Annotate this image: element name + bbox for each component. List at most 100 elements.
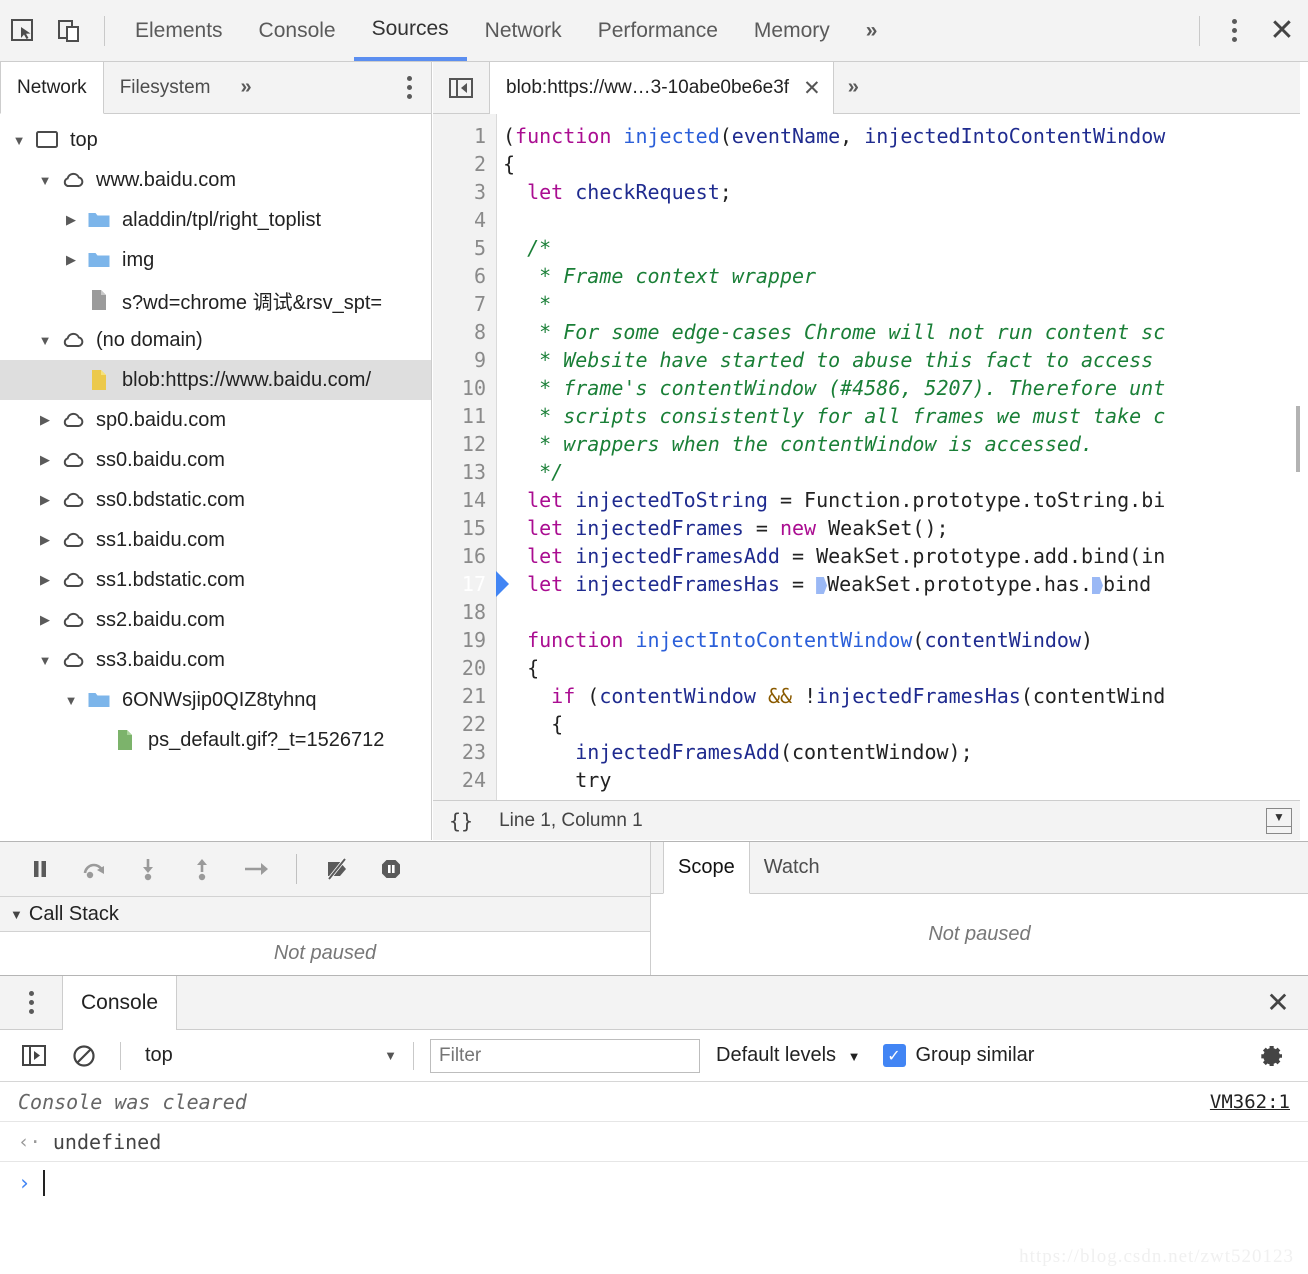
code-viewer[interactable]: 1 2 3 4 5 6 7 8 9 10 11 12 13 14 15 16 17 18 19 20 21 22 23 24 … [433, 114, 1308, 800]
editor-tab-blob[interactable]: blob:https://ww…3-10abe0be6e3f ✕ [489, 62, 834, 114]
tree-item[interactable]: ▶ ss1.bdstatic.com [0, 560, 431, 600]
code-line[interactable] [503, 206, 1308, 234]
line-number[interactable]: 21 [433, 682, 496, 710]
close-icon[interactable]: ✕ [1256, 8, 1308, 54]
chevron-right-icon[interactable]: ▶ [32, 492, 58, 508]
tree-item[interactable]: ▶s?wd=chrome 调试&rsv_spt= [0, 280, 431, 320]
chevron-right-icon[interactable]: ▶ [58, 212, 84, 228]
drawer-more-options-icon[interactable] [0, 976, 62, 1029]
step-out-button[interactable] [180, 847, 224, 891]
line-number[interactable]: 7 [433, 290, 496, 318]
line-number[interactable]: 18 [433, 598, 496, 626]
tree-item[interactable]: ▶ img [0, 240, 431, 280]
device-toggle-icon[interactable] [46, 8, 92, 54]
chevron-down-icon[interactable]: ▼ [32, 653, 58, 668]
code-line[interactable]: try [503, 766, 1308, 794]
tab-memory[interactable]: Memory [736, 0, 848, 61]
code-line[interactable]: * wrappers when the contentWindow is acc… [503, 430, 1308, 458]
step-into-button[interactable] [126, 847, 170, 891]
code-line[interactable]: */ [503, 458, 1308, 486]
pretty-print-braces-icon[interactable]: {} [449, 809, 473, 833]
line-number-gutter[interactable]: 1 2 3 4 5 6 7 8 9 10 11 12 13 14 15 16 17 18 19 20 21 22 23 24 [433, 114, 509, 800]
code-line[interactable]: let injectedFramesHas = WeakSet.prototyp… [503, 570, 1308, 598]
code-line[interactable]: /* [503, 234, 1308, 262]
code-line[interactable]: let injectedToString = Function.prototyp… [503, 486, 1308, 514]
editor-tab-close-icon[interactable]: ✕ [803, 76, 821, 101]
chevron-right-icon[interactable]: ▶ [32, 612, 58, 628]
chevron-down-icon[interactable]: ▼ [58, 693, 84, 708]
code-line[interactable]: let injectedFramesAdd = WeakSet.prototyp… [503, 542, 1308, 570]
execution-context-selector[interactable]: top ▼ [137, 1044, 397, 1067]
line-number[interactable]: 8 [433, 318, 496, 346]
chevron-right-icon[interactable]: ▶ [32, 412, 58, 428]
tab-network[interactable]: Network [467, 0, 580, 61]
line-number[interactable]: 3 [433, 178, 496, 206]
breakpoint-marker-icon[interactable] [816, 577, 828, 594]
tree-item[interactable]: ▼ 6ONWsjip0QIZ8tyhnq [0, 680, 431, 720]
pause-on-exceptions-button[interactable] [369, 847, 413, 891]
chevron-right-icon[interactable]: ▶ [32, 532, 58, 548]
tab-watch[interactable]: Watch [750, 842, 834, 893]
page-right-scrollbar[interactable] [1300, 62, 1308, 840]
show-drawer-icon[interactable]: ▼ [1266, 807, 1292, 834]
chevron-right-icon[interactable]: ▶ [58, 252, 84, 268]
code-line[interactable]: * Frame context wrapper [503, 262, 1308, 290]
line-number[interactable]: 9 [433, 346, 496, 374]
tree-item[interactable]: ▶ps_default.gif?_t=1526712 [0, 720, 431, 760]
tree-item[interactable]: ▼ www.baidu.com [0, 160, 431, 200]
navigator-toggle-icon[interactable] [433, 62, 489, 113]
chevron-down-icon[interactable]: ▼ [32, 333, 58, 348]
log-levels-dropdown[interactable]: Default levels ▼ [716, 1044, 861, 1067]
call-stack-header[interactable]: ▼ Call Stack [0, 896, 650, 932]
editor-more-tabs-button[interactable]: » [834, 62, 873, 113]
chevron-down-icon[interactable]: ▼ [32, 173, 58, 188]
source-code-text[interactable]: (function injected(eventName, injectedIn… [497, 114, 1308, 800]
drawer-tab-console[interactable]: Console [62, 976, 178, 1030]
tree-item[interactable]: ▼ (no domain) [0, 320, 431, 360]
code-line[interactable]: * For some edge-cases Chrome will not ru… [503, 318, 1308, 346]
line-number[interactable]: 12 [433, 430, 496, 458]
line-number[interactable]: 19 [433, 626, 496, 654]
drawer-close-icon[interactable]: ✕ [1248, 976, 1308, 1029]
group-similar-checkbox[interactable]: ✓ Group similar [882, 1044, 1034, 1067]
nav-tab-network[interactable]: Network [0, 62, 104, 114]
deactivate-breakpoints-button[interactable] [315, 847, 359, 891]
line-number[interactable]: 17 [433, 570, 509, 598]
chevron-right-icon[interactable]: ▶ [32, 572, 58, 588]
code-line[interactable]: (function injected(eventName, injectedIn… [503, 122, 1308, 150]
line-number[interactable]: 22 [433, 710, 496, 738]
chevron-right-icon[interactable]: ▶ [32, 452, 58, 468]
code-line[interactable]: { [503, 710, 1308, 738]
more-options-icon[interactable] [1212, 8, 1256, 54]
code-line[interactable]: let injectedFrames = new WeakSet(); [503, 514, 1308, 542]
line-number[interactable]: 6 [433, 262, 496, 290]
code-line[interactable]: { [503, 654, 1308, 682]
code-line[interactable]: injectedFramesAdd(contentWindow); [503, 738, 1308, 766]
cursor-select-icon[interactable] [0, 8, 46, 54]
code-line[interactable]: * scripts consistently for all frames we… [503, 402, 1308, 430]
breakpoint-marker-icon[interactable] [1092, 577, 1103, 594]
tab-console[interactable]: Console [241, 0, 354, 61]
resume-button[interactable] [18, 847, 62, 891]
line-number[interactable]: 20 [433, 654, 496, 682]
line-number[interactable]: 10 [433, 374, 496, 402]
tab-performance[interactable]: Performance [580, 0, 736, 61]
code-line[interactable]: { [503, 150, 1308, 178]
console-filter-input[interactable] [430, 1038, 700, 1073]
navigator-more-options-icon[interactable] [387, 62, 431, 113]
line-number[interactable]: 24 [433, 766, 496, 794]
more-tabs-button[interactable]: » [848, 0, 896, 61]
tree-item[interactable]: ▶ ss0.baidu.com [0, 440, 431, 480]
tree-item[interactable]: ▶blob:https://www.baidu.com/ [0, 360, 431, 400]
navigator-more-button[interactable]: » [226, 62, 265, 113]
console-prompt-row[interactable]: › [0, 1162, 1308, 1204]
code-line[interactable] [503, 598, 1308, 626]
chevron-down-icon[interactable]: ▼ [6, 133, 32, 148]
code-line[interactable]: function injectIntoContentWindow(content… [503, 626, 1308, 654]
tab-elements[interactable]: Elements [117, 0, 241, 61]
console-message-source-link[interactable]: VM362:1 [1210, 1091, 1290, 1113]
code-line[interactable]: * frame's contentWindow (#4586, 5207). T… [503, 374, 1308, 402]
tree-item[interactable]: ▶ sp0.baidu.com [0, 400, 431, 440]
tab-sources[interactable]: Sources [353, 0, 467, 61]
line-number[interactable]: 2 [433, 150, 496, 178]
